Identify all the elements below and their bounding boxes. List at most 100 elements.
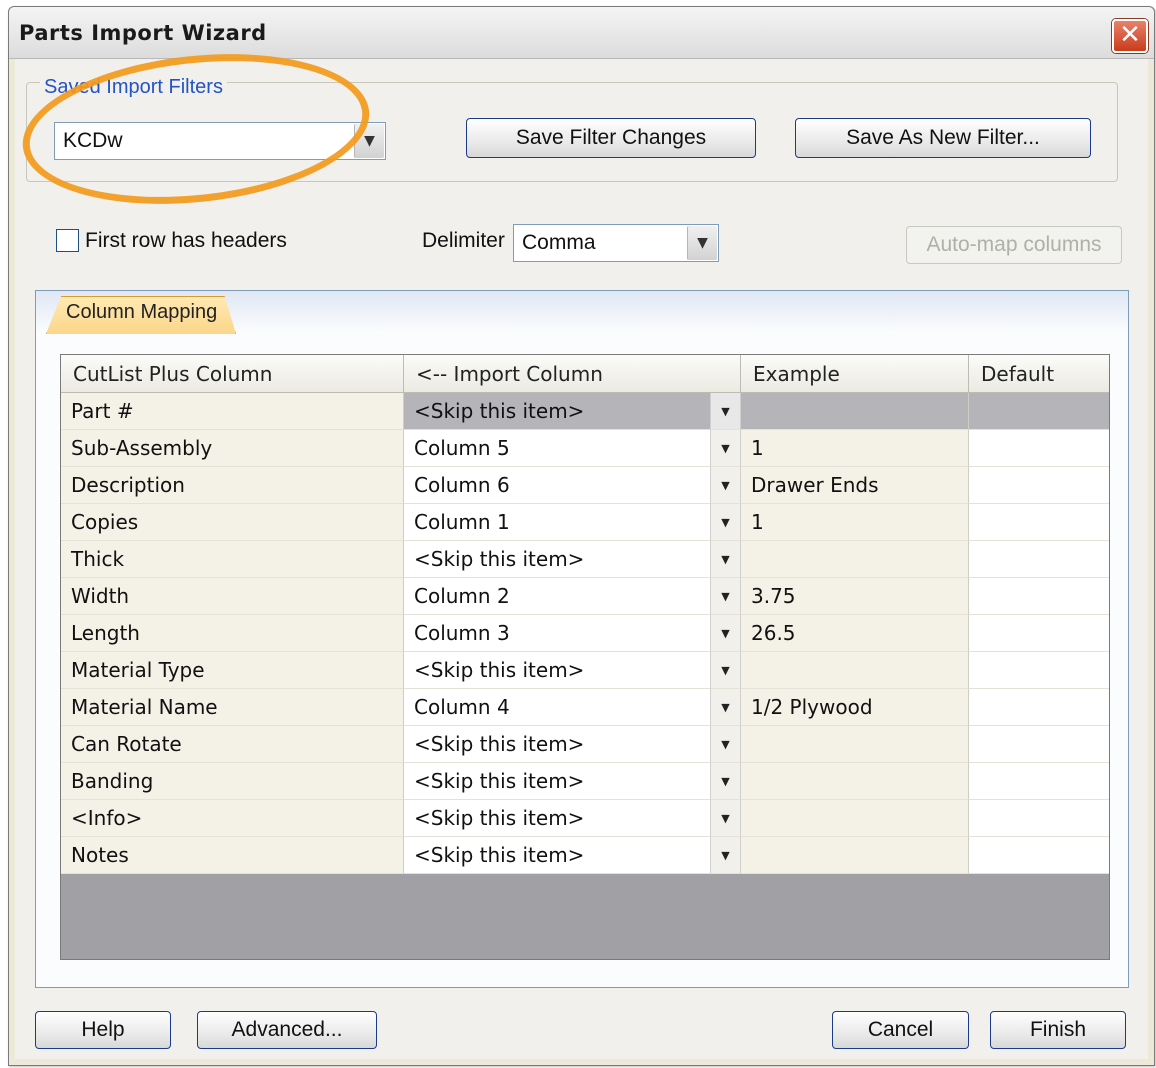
dropdown-arrow-icon[interactable]: ▼: [710, 393, 741, 430]
example-cell: [741, 393, 969, 430]
dropdown-arrow-icon[interactable]: ▼: [710, 430, 741, 467]
example-cell: [741, 763, 969, 800]
example-cell: [741, 800, 969, 837]
example-cell: 1: [741, 504, 969, 541]
saved-filters-legend: Saved Import Filters: [40, 76, 227, 99]
chevron-down-icon[interactable]: ▼: [687, 226, 717, 260]
import-column-select[interactable]: <Skip this item>: [404, 652, 710, 689]
import-column-select[interactable]: <Skip this item>: [404, 393, 710, 430]
tab-column-mapping-label: Column Mapping: [66, 301, 218, 323]
field-name-cell: Material Name: [61, 689, 404, 726]
dropdown-arrow-icon[interactable]: ▼: [710, 467, 741, 504]
field-name-cell: Can Rotate: [61, 726, 404, 763]
field-name-cell: Material Type: [61, 652, 404, 689]
table-row[interactable]: Copies Column 1 ▼ 1: [61, 504, 1109, 541]
dropdown-arrow-icon[interactable]: ▼: [710, 837, 741, 874]
first-row-headers-label: First row has headers: [85, 229, 287, 252]
table-row[interactable]: Part # <Skip this item> ▼: [61, 393, 1109, 430]
default-cell[interactable]: [969, 430, 1109, 467]
advanced-button[interactable]: Advanced...: [197, 1011, 377, 1049]
default-cell[interactable]: [969, 578, 1109, 615]
table-row[interactable]: Sub-Assembly Column 5 ▼ 1: [61, 430, 1109, 467]
field-name-cell: Description: [61, 467, 404, 504]
example-cell: [741, 652, 969, 689]
dropdown-arrow-icon[interactable]: ▼: [710, 615, 741, 652]
title-bar: Parts Import Wizard ✕: [9, 7, 1154, 59]
header-default[interactable]: Default: [969, 355, 1109, 393]
field-name-cell: <Info>: [61, 800, 404, 837]
example-cell: 3.75: [741, 578, 969, 615]
saved-filter-dropdown[interactable]: KCDw ▼: [54, 122, 386, 160]
grid-header: CutList Plus Column <-- Import Column Ex…: [61, 355, 1109, 393]
save-as-new-filter-button[interactable]: Save As New Filter...: [795, 118, 1091, 158]
first-row-headers-checkbox[interactable]: [56, 229, 79, 252]
example-cell: 26.5: [741, 615, 969, 652]
header-import-column[interactable]: <-- Import Column: [404, 355, 741, 393]
close-button[interactable]: ✕: [1112, 19, 1148, 53]
chevron-down-icon[interactable]: ▼: [354, 124, 384, 158]
import-column-select[interactable]: Column 6: [404, 467, 710, 504]
table-row[interactable]: Length Column 3 ▼ 26.5: [61, 615, 1109, 652]
table-row[interactable]: Thick <Skip this item> ▼: [61, 541, 1109, 578]
import-column-select[interactable]: <Skip this item>: [404, 726, 710, 763]
field-name-cell: Length: [61, 615, 404, 652]
field-name-cell: Sub-Assembly: [61, 430, 404, 467]
example-cell: Drawer Ends: [741, 467, 969, 504]
dropdown-arrow-icon[interactable]: ▼: [710, 726, 741, 763]
table-row[interactable]: Material Name Column 4 ▼ 1/2 Plywood: [61, 689, 1109, 726]
save-filter-changes-button[interactable]: Save Filter Changes: [466, 118, 756, 158]
example-cell: 1: [741, 430, 969, 467]
header-example[interactable]: Example: [741, 355, 969, 393]
auto-map-columns-button[interactable]: Auto-map columns: [906, 226, 1122, 264]
delimiter-value: Comma: [522, 231, 596, 254]
example-cell: 1/2 Plywood: [741, 689, 969, 726]
default-cell[interactable]: [969, 541, 1109, 578]
dropdown-arrow-icon[interactable]: ▼: [710, 541, 741, 578]
default-cell[interactable]: [969, 837, 1109, 874]
table-row[interactable]: <Info> <Skip this item> ▼: [61, 800, 1109, 837]
import-column-select[interactable]: Column 4: [404, 689, 710, 726]
import-column-select[interactable]: <Skip this item>: [404, 800, 710, 837]
saved-filter-value: KCDw: [63, 129, 123, 152]
default-cell[interactable]: [969, 726, 1109, 763]
import-column-select[interactable]: <Skip this item>: [404, 541, 710, 578]
default-cell[interactable]: [969, 467, 1109, 504]
default-cell[interactable]: [969, 615, 1109, 652]
import-column-select[interactable]: Column 1: [404, 504, 710, 541]
example-cell: [741, 541, 969, 578]
table-row[interactable]: Width Column 2 ▼ 3.75: [61, 578, 1109, 615]
field-name-cell: Thick: [61, 541, 404, 578]
dropdown-arrow-icon[interactable]: ▼: [710, 652, 741, 689]
default-cell[interactable]: [969, 689, 1109, 726]
default-cell[interactable]: [969, 763, 1109, 800]
delimiter-dropdown[interactable]: Comma ▼: [513, 224, 719, 262]
default-cell[interactable]: [969, 393, 1109, 430]
finish-button[interactable]: Finish: [990, 1011, 1126, 1049]
table-row[interactable]: Banding <Skip this item> ▼: [61, 763, 1109, 800]
import-column-select[interactable]: Column 3: [404, 615, 710, 652]
import-column-select[interactable]: <Skip this item>: [404, 763, 710, 800]
dropdown-arrow-icon[interactable]: ▼: [710, 689, 741, 726]
dropdown-arrow-icon[interactable]: ▼: [710, 504, 741, 541]
example-cell: [741, 726, 969, 763]
import-column-select[interactable]: <Skip this item>: [404, 837, 710, 874]
field-name-cell: Part #: [61, 393, 404, 430]
dropdown-arrow-icon[interactable]: ▼: [710, 578, 741, 615]
default-cell[interactable]: [969, 652, 1109, 689]
field-name-cell: Notes: [61, 837, 404, 874]
import-column-select[interactable]: Column 5: [404, 430, 710, 467]
dropdown-arrow-icon[interactable]: ▼: [710, 800, 741, 837]
field-name-cell: Width: [61, 578, 404, 615]
cancel-button[interactable]: Cancel: [832, 1011, 969, 1049]
dropdown-arrow-icon[interactable]: ▼: [710, 763, 741, 800]
import-column-select[interactable]: Column 2: [404, 578, 710, 615]
default-cell[interactable]: [969, 800, 1109, 837]
help-button[interactable]: Help: [35, 1011, 171, 1049]
table-row[interactable]: Material Type <Skip this item> ▼: [61, 652, 1109, 689]
window-title: Parts Import Wizard: [19, 21, 267, 45]
header-cutlist-column[interactable]: CutList Plus Column: [61, 355, 404, 393]
table-row[interactable]: Description Column 6 ▼ Drawer Ends: [61, 467, 1109, 504]
table-row[interactable]: Notes <Skip this item> ▼: [61, 837, 1109, 874]
default-cell[interactable]: [969, 504, 1109, 541]
table-row[interactable]: Can Rotate <Skip this item> ▼: [61, 726, 1109, 763]
